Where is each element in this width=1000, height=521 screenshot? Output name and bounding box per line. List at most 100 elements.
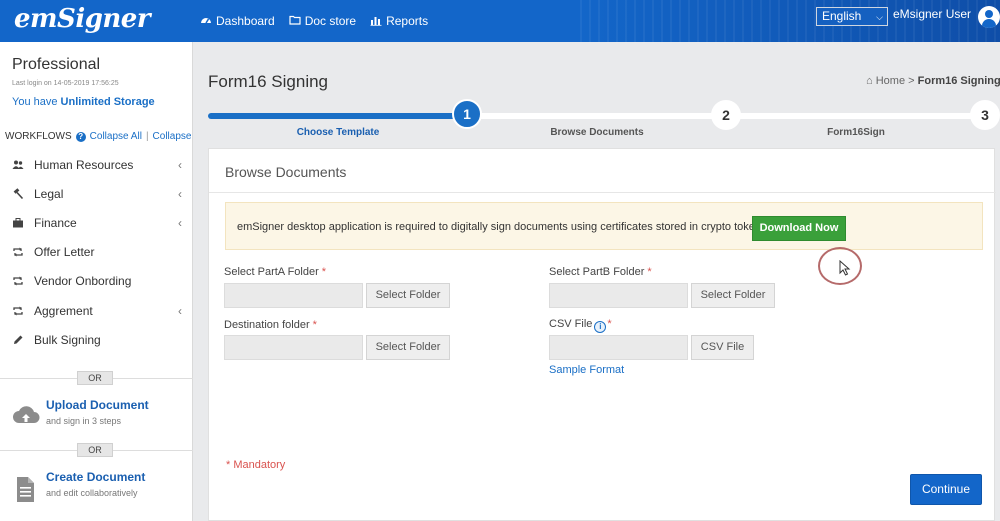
workflow-aggrement[interactable]: Aggrement ‹ — [12, 301, 182, 321]
step-3-label: Form16Sign — [827, 127, 885, 138]
sidebar: Professional Last login on 14-05-2019 17… — [0, 42, 193, 521]
workflow-finance[interactable]: Finance ‹ — [12, 213, 182, 233]
nav-reports[interactable]: Reports — [370, 14, 428, 29]
plan-name: Professional — [12, 56, 101, 73]
document-icon — [12, 475, 40, 502]
collapse-link[interactable]: Collapse — [153, 131, 192, 142]
info-icon[interactable]: i — [594, 321, 607, 333]
collapse-all-link[interactable]: Collapse All — [90, 131, 142, 142]
parta-folder-input[interactable] — [224, 283, 363, 308]
workflow-label: Vendor Onbording — [34, 274, 132, 288]
csv-file-label-text: CSV File — [549, 318, 593, 330]
create-document-subtitle: and edit collaboratively — [46, 488, 138, 498]
required-mark: * — [312, 319, 317, 331]
desktop-app-alert: emSigner desktop application is required… — [225, 202, 983, 250]
retweet-icon — [12, 275, 24, 287]
card-title: Browse Documents — [225, 164, 347, 180]
destination-select-folder-button[interactable]: Select Folder — [366, 335, 450, 360]
workflow-legal[interactable]: Legal ‹ — [12, 184, 182, 204]
partb-folder-input[interactable] — [549, 283, 688, 308]
csv-file-label: CSV File i * — [549, 318, 612, 333]
chevron-left-icon: ‹ — [178, 304, 182, 318]
nav-reports-label: Reports — [386, 14, 429, 28]
breadcrumb-current: Form16 Signing — [917, 75, 1000, 87]
csv-file-input[interactable] — [549, 335, 688, 360]
top-navbar: emSigner Dashboard Doc store Reports Eng… — [0, 0, 1000, 42]
bar-chart-icon — [370, 14, 382, 29]
retweet-icon — [12, 305, 24, 317]
workflow-vendor-onbording[interactable]: Vendor Onbording — [12, 271, 182, 291]
user-avatar-icon[interactable] — [978, 6, 1000, 28]
storage-value: Unlimited Storage — [60, 96, 155, 108]
briefcase-icon — [12, 217, 24, 229]
workflow-label: Offer Letter — [34, 245, 95, 259]
chevron-left-icon: ‹ — [178, 216, 182, 230]
workflow-offer-letter[interactable]: Offer Letter — [12, 242, 182, 262]
required-mark: * — [647, 266, 652, 278]
nav-doc-store-label: Doc store — [304, 14, 357, 28]
chevron-down-icon: ⌵ — [876, 12, 883, 22]
dashboard-icon — [200, 14, 212, 29]
wizard-progress-fill — [208, 113, 467, 119]
partb-select-folder-button[interactable]: Select Folder — [691, 283, 775, 308]
mouse-pointer-icon — [839, 260, 851, 276]
breadcrumb-home[interactable]: Home — [876, 75, 905, 87]
nav-dashboard-label: Dashboard — [216, 14, 275, 28]
workflow-label: Finance — [34, 216, 77, 230]
step-2-indicator[interactable]: 2 — [711, 100, 741, 130]
nav-dashboard[interactable]: Dashboard — [200, 14, 275, 29]
nav-doc-store[interactable]: Doc store — [289, 14, 356, 29]
language-select[interactable]: English ⌵ — [816, 7, 888, 26]
required-mark: * — [321, 266, 327, 278]
step-3-indicator[interactable]: 3 — [970, 100, 1000, 130]
destination-folder-label: Destination folder * — [224, 319, 317, 331]
pencil-icon — [12, 334, 24, 346]
chevron-left-icon: ‹ — [178, 158, 182, 172]
workflow-human-resources[interactable]: Human Resources ‹ — [12, 155, 182, 175]
download-now-button[interactable]: Download Now — [752, 216, 846, 241]
step-2-label: Browse Documents — [550, 127, 644, 138]
last-login: Last login on 14-05-2019 17:56:25 — [12, 80, 119, 87]
create-document-action[interactable]: Create Document and edit collaboratively — [12, 470, 182, 510]
separator: | — [145, 131, 149, 142]
or-badge: OR — [77, 371, 113, 385]
card-divider — [209, 192, 996, 193]
user-name[interactable]: eMsigner User — [893, 7, 971, 21]
workflow-bulk-signing[interactable]: Bulk Signing — [12, 330, 182, 350]
csv-file-button[interactable]: CSV File — [691, 335, 754, 360]
gavel-icon — [12, 188, 24, 200]
storage-prefix: You have — [12, 96, 58, 108]
destination-folder-input[interactable] — [224, 335, 363, 360]
workflow-label: Aggrement — [34, 304, 93, 318]
breadcrumb-separator: > — [908, 75, 915, 87]
home-icon[interactable]: ⌂ — [866, 75, 873, 87]
emsigner-logo[interactable]: emSigner — [14, 4, 151, 34]
cloud-upload-icon — [12, 403, 40, 429]
workflow-label: Human Resources — [34, 158, 134, 172]
sample-format-link[interactable]: Sample Format — [549, 364, 624, 376]
chevron-left-icon: ‹ — [178, 187, 182, 201]
create-document-title: Create Document — [46, 470, 146, 484]
help-icon[interactable]: ? — [75, 131, 86, 142]
required-mark: * — [607, 318, 612, 330]
workflow-label: Legal — [34, 187, 64, 201]
users-icon — [12, 159, 24, 171]
page-title: Form16 Signing — [208, 72, 329, 91]
language-value: English — [822, 9, 862, 23]
parta-folder-label: Select PartA Folder * — [224, 266, 326, 278]
folder-icon — [289, 14, 301, 29]
workflows-header: WORKFLOWS ? Collapse All | Collapse — [5, 131, 191, 142]
parta-select-folder-button[interactable]: Select Folder — [366, 283, 450, 308]
step-1-label: Choose Template — [296, 127, 380, 138]
alert-text: emSigner desktop application is required… — [237, 221, 767, 233]
breadcrumb: ⌂ Home > Form16 Signing — [866, 75, 1000, 87]
main-nav: Dashboard Doc store Reports — [200, 0, 428, 42]
continue-button[interactable]: Continue — [910, 474, 982, 505]
parta-folder-label-text: Select PartA Folder — [224, 266, 319, 278]
partb-folder-label: Select PartB Folder * — [549, 266, 652, 278]
destination-folder-label-text: Destination folder — [224, 319, 310, 331]
upload-document-subtitle: and sign in 3 steps — [46, 416, 122, 426]
step-1-indicator[interactable]: 1 — [452, 99, 482, 129]
or-badge: OR — [77, 443, 113, 457]
upload-document-action[interactable]: Upload Document and sign in 3 steps — [12, 398, 182, 438]
